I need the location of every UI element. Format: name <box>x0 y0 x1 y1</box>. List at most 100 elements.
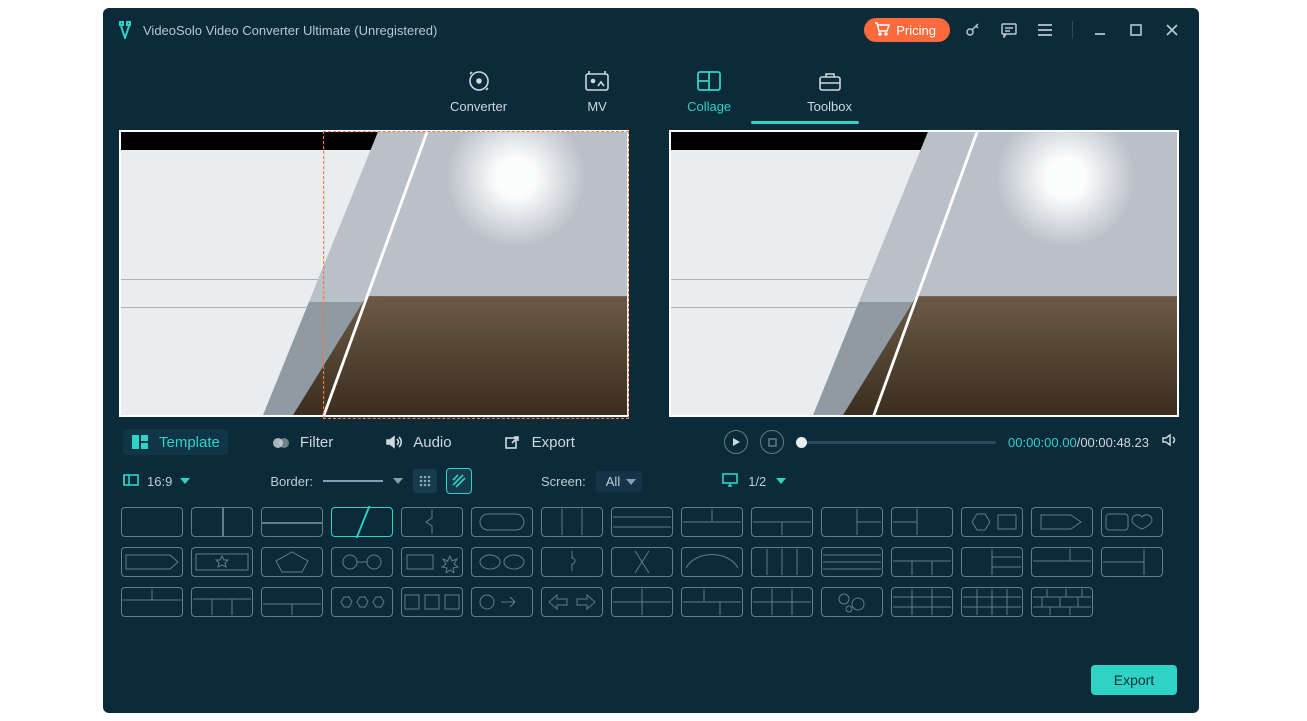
nav-converter[interactable]: Converter <box>450 69 507 118</box>
template-pentagon[interactable] <box>261 547 323 577</box>
play-button[interactable] <box>724 430 748 454</box>
template-header-3[interactable] <box>191 587 253 617</box>
screen-selector[interactable]: All <box>596 471 642 492</box>
seek-track[interactable] <box>796 441 996 444</box>
template-double-arrow[interactable] <box>541 587 603 617</box>
menu-icon[interactable] <box>1032 17 1058 43</box>
subtab-export[interactable]: Export <box>496 429 583 455</box>
audio-icon <box>385 433 403 451</box>
template-l-left[interactable] <box>891 507 953 537</box>
template-1x1[interactable] <box>121 507 183 537</box>
subtab-label: Filter <box>300 434 333 451</box>
border-color-button[interactable] <box>413 469 437 493</box>
template-star-rect[interactable] <box>191 547 253 577</box>
template-corner[interactable] <box>1031 547 1093 577</box>
border-pattern-button[interactable] <box>447 469 471 493</box>
screen-control: Screen: All <box>541 471 642 492</box>
divider <box>1072 21 1073 39</box>
template-l-top[interactable] <box>681 507 743 537</box>
template-3-hex[interactable] <box>331 587 393 617</box>
template-l-bottom[interactable] <box>751 507 813 537</box>
template-t-left[interactable] <box>961 547 1023 577</box>
output-preview <box>669 130 1179 417</box>
close-icon[interactable] <box>1159 17 1185 43</box>
volume-icon[interactable] <box>1161 433 1179 452</box>
template-rect-burst[interactable] <box>401 547 463 577</box>
app-title: VideoSolo Video Converter Ultimate (Unre… <box>143 23 437 38</box>
stop-button[interactable] <box>760 430 784 454</box>
template-top-split[interactable] <box>121 587 183 617</box>
chevron-down-icon <box>180 478 190 484</box>
template-3row[interactable] <box>611 507 673 537</box>
template-3-rect[interactable] <box>401 587 463 617</box>
feedback-icon[interactable] <box>996 17 1022 43</box>
maximize-icon[interactable] <box>1123 17 1149 43</box>
template-circle-arrow[interactable] <box>471 587 533 617</box>
template-cross-cut[interactable] <box>611 547 673 577</box>
subtab-row: Template Filter Audio Export <box>103 417 1199 459</box>
export-icon <box>504 433 522 451</box>
subtab-label: Template <box>159 434 220 451</box>
template-3x4[interactable] <box>961 587 1023 617</box>
screen-label: Screen: <box>541 474 586 489</box>
nav-mv[interactable]: MV <box>583 69 611 118</box>
template-flag[interactable] <box>121 547 183 577</box>
chevron-down-icon <box>776 478 786 484</box>
mv-icon <box>583 69 611 93</box>
template-split-v[interactable] <box>191 507 253 537</box>
template-rounded-inset[interactable] <box>471 507 533 537</box>
preview-row <box>103 124 1199 417</box>
template-2x3[interactable] <box>751 587 813 617</box>
top-nav: Converter MV Collage Toolbox <box>103 52 1199 124</box>
footer: Export <box>103 653 1199 713</box>
monitor-icon <box>722 473 738 490</box>
page-indicator[interactable]: 1/2 <box>722 473 786 490</box>
template-arc[interactable] <box>681 547 743 577</box>
template-3col[interactable] <box>541 507 603 537</box>
subtab-filter[interactable]: Filter <box>264 429 341 455</box>
minimize-icon[interactable] <box>1087 17 1113 43</box>
template-side-stack[interactable] <box>1101 547 1163 577</box>
border-style-selector[interactable] <box>323 478 403 484</box>
pricing-button[interactable]: Pricing <box>864 18 950 42</box>
template-t-top[interactable] <box>891 547 953 577</box>
template-arrow[interactable] <box>1031 507 1093 537</box>
template-ovals[interactable] <box>471 547 533 577</box>
nav-collage[interactable]: Collage <box>687 69 731 118</box>
template-hex-rect[interactable] <box>961 507 1023 537</box>
template-2x2-offset[interactable] <box>681 587 743 617</box>
titlebar: VideoSolo Video Converter Ultimate (Unre… <box>103 8 1199 52</box>
selection-frame[interactable] <box>323 131 629 419</box>
subtab-template[interactable]: Template <box>123 429 228 455</box>
template-brick[interactable] <box>1031 587 1093 617</box>
template-bubbles[interactable] <box>821 587 883 617</box>
subtab-label: Export <box>532 434 575 451</box>
template-4col[interactable] <box>751 547 813 577</box>
template-grid <box>103 499 1199 625</box>
app-window: VideoSolo Video Converter Ultimate (Unre… <box>103 8 1199 713</box>
collage-edit-preview[interactable] <box>119 130 629 417</box>
template-split-h[interactable] <box>261 507 323 537</box>
template-cutout-left[interactable] <box>401 507 463 537</box>
nav-label: Collage <box>687 99 731 114</box>
aspect-ratio-selector[interactable]: 16:9 <box>123 473 190 490</box>
seek-knob[interactable] <box>796 437 807 448</box>
screen-value: All <box>606 474 620 489</box>
subtab-audio[interactable]: Audio <box>377 429 459 455</box>
export-button[interactable]: Export <box>1091 665 1177 695</box>
template-l-right[interactable] <box>821 507 883 537</box>
converter-icon <box>465 69 493 93</box>
template-3x3[interactable] <box>891 587 953 617</box>
template-2x2[interactable] <box>611 587 673 617</box>
template-two-circles[interactable] <box>331 547 393 577</box>
template-puzzle[interactable] <box>541 547 603 577</box>
time-current: 00:00:00.00 <box>1008 435 1077 450</box>
template-bottom-split[interactable] <box>261 587 323 617</box>
collage-icon <box>695 69 723 93</box>
nav-label: MV <box>587 99 607 114</box>
nav-toolbox[interactable]: Toolbox <box>807 69 852 118</box>
key-icon[interactable] <box>960 17 986 43</box>
template-heart-rect[interactable] <box>1101 507 1163 537</box>
template-4row[interactable] <box>821 547 883 577</box>
template-diagonal[interactable] <box>331 507 393 537</box>
